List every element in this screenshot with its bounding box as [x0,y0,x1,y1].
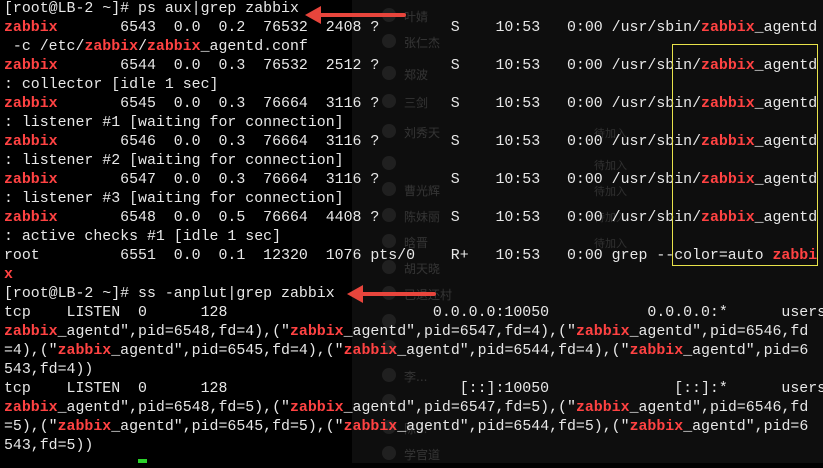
terminal-text: tcp LISTEN 0 128 0.0.0.0:10050 0.0.0.0:*… [4,305,823,321]
terminal-text: : listener #1 [waiting for connection] [4,115,344,131]
terminal-cursor [138,459,147,463]
annotation-arrow-ps-command [305,6,406,24]
terminal-text: _agentd",pid=6546,fd [629,324,809,340]
terminal-line: x [4,266,823,285]
terminal-text: 543,fd=4)) [4,362,94,378]
terminal-line: zabbix_agentd",pid=6548,fd=4),("zabbix_a… [4,323,823,342]
grep-match: zabbix [4,58,58,74]
grep-match: zabbix [343,419,398,435]
grep-match: zabbix [629,343,684,359]
grep-match: zabbix [4,210,58,226]
terminal-text: 6544 0.0 0.3 76532 2512 ? S 10:53 0:00 /… [57,58,702,74]
terminal-text: 6547 0.0 0.3 76664 3116 ? S 10:53 0:00 /… [57,172,702,188]
terminal-text: _agentd",pid=6548,fd=4),(" [57,324,290,340]
terminal-text: tcp LISTEN 0 128 [::]:10050 [::]:* users… [4,381,823,397]
terminal-line: =5),("zabbix_agentd",pid=6545,fd=5),("za… [4,418,823,437]
terminal-text: _agentd",pid=6548,fd=5),(" [57,400,290,416]
terminal-line: =4),("zabbix_agentd",pid=6545,fd=4),("za… [4,342,823,361]
grep-match: zabbix [4,172,58,188]
terminal-text: =5),(" [4,419,58,435]
annotation-box-agentd-processes [672,44,818,266]
grep-match: zabbix [57,343,112,359]
terminal-text: _agentd",pid=6 [683,419,809,435]
terminal-text: _agentd",pid=6544,fd=4),(" [397,343,630,359]
terminal-window[interactable]: 叶婧张仁杰郑波三剑刘秀天待加入待加入曹光辉待加入陈妹丽待加入晗晋待加入胡天晓已退… [0,0,823,463]
grep-match: x [4,267,13,283]
terminal-line: tcp LISTEN 0 128 0.0.0.0:10050 0.0.0.0:*… [4,304,823,323]
grep-match: zabbix [289,400,344,416]
grep-match: zabbix [84,39,139,55]
terminal-text: -c /etc/ [4,39,85,55]
terminal-text: _agentd [754,20,818,36]
terminal-text: : collector [idle 1 sec] [4,77,219,93]
grep-match: zabbix [701,20,755,36]
terminal-text: _agentd",pid=6545,fd=4),(" [111,343,344,359]
terminal-text: [root@LB-2 ~]# ps aux|grep zabbix [4,1,299,17]
grep-match: zabbix [575,324,630,340]
terminal-text: [root@LB-2 ~]# ss -anplut|grep zabbix [4,286,335,302]
grep-match: zabbix [575,400,630,416]
grep-match: zabbix [4,324,58,340]
terminal-line: [root@LB-2 ~]# ps aux|grep zabbix [4,0,823,19]
grep-match: zabbix [289,324,344,340]
terminal-text: _agentd",pid=6547,fd=5),(" [343,400,576,416]
terminal-line: 543,fd=4)) [4,361,823,380]
grep-match: zabbix [147,39,201,55]
grep-match: zabbix [4,96,58,112]
terminal-text: _agentd",pid=6544,fd=5),(" [397,419,630,435]
terminal-line: zabbix 6543 0.0 0.2 76532 2408 ? S 10:53… [4,19,823,38]
terminal-text: _agentd.conf [200,39,308,55]
terminal-text: _agentd",pid=6 [683,343,809,359]
terminal-text: : active checks #1 [idle 1 sec] [4,229,282,245]
terminal-text: 6543 0.0 0.2 76532 2408 ? S 10:53 0:00 /… [57,20,702,36]
terminal-text: : listener #3 [waiting for connection] [4,191,344,207]
terminal-text: _agentd",pid=6547,fd=4),(" [343,324,576,340]
grep-match: zabbix [4,400,58,416]
terminal-text: 6548 0.0 0.5 76664 4408 ? S 10:53 0:00 /… [57,210,702,226]
terminal-text: _agentd",pid=6546,fd [629,400,809,416]
terminal-text: 6545 0.0 0.3 76664 3116 ? S 10:53 0:00 /… [57,96,702,112]
terminal-text: =4),(" [4,343,58,359]
terminal-text: : listener #2 [waiting for connection] [4,153,344,169]
terminal-line: tcp LISTEN 0 128 [::]:10050 [::]:* users… [4,380,823,399]
terminal-text: 543,fd=5)) [4,438,94,454]
grep-match: zabbix [4,134,58,150]
terminal-line: 543,fd=5)) [4,437,823,456]
terminal-text: root 6551 0.0 0.1 12320 1076 pts/0 R+ 10… [4,248,773,264]
terminal-text: 6546 0.0 0.3 76664 3116 ? S 10:53 0:00 /… [57,134,702,150]
grep-match: zabbix [343,343,398,359]
grep-match: zabbix [629,419,684,435]
terminal-line: zabbix_agentd",pid=6548,fd=5),("zabbix_a… [4,399,823,418]
grep-match: zabbix [4,20,58,36]
annotation-arrow-ss-command [347,285,436,303]
grep-match: zabbix [57,419,112,435]
terminal-text: / [138,39,147,55]
terminal-text: _agentd",pid=6545,fd=5),(" [111,419,344,435]
